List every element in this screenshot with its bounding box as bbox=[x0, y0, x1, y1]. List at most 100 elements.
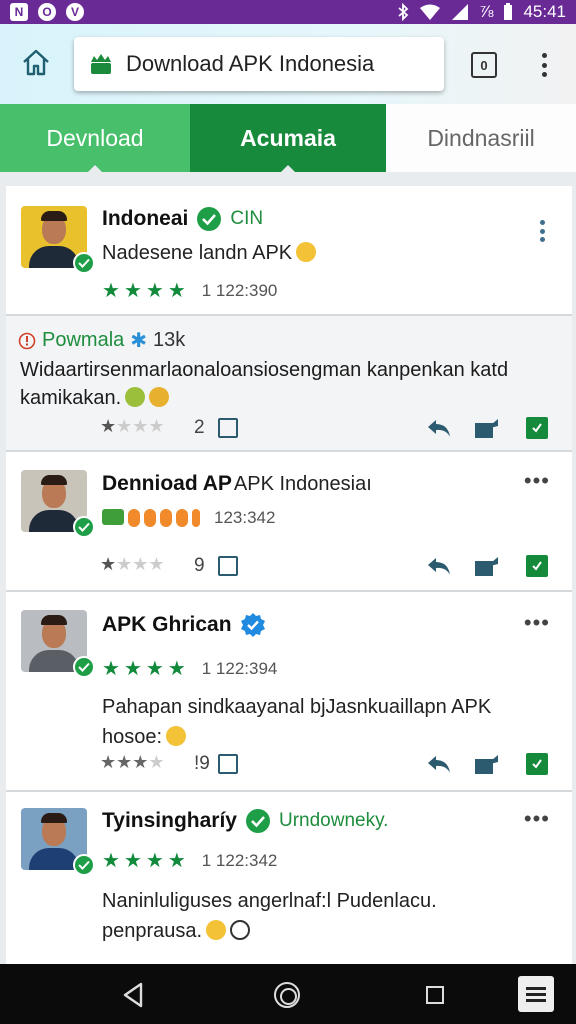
bluetooth-icon bbox=[398, 3, 409, 21]
tabs-switcher-button[interactable]: 0 bbox=[471, 52, 497, 78]
post-text: Widaartirsenmarlaonaloansiosengman kanpe… bbox=[20, 359, 509, 409]
share-icon[interactable] bbox=[474, 555, 500, 577]
rating-count: 1 122:342 bbox=[201, 850, 278, 870]
reply-icon[interactable] bbox=[426, 554, 452, 578]
system-nav-bar bbox=[0, 964, 576, 1024]
post-menu-button[interactable]: ••• bbox=[524, 468, 550, 494]
post-menu-button[interactable]: ••• bbox=[524, 610, 550, 636]
sparkle-icon: ✱ bbox=[130, 330, 148, 352]
clock: 45:41 bbox=[523, 2, 566, 21]
post-card[interactable]: Indoneai CIN Nadesene landn APK ★ ★ ★ ★ 1 1… bbox=[6, 186, 572, 316]
tab-download[interactable]: Devnload bbox=[0, 104, 190, 173]
url-text: Download APK Indonesia bbox=[126, 51, 375, 76]
recents-button[interactable] bbox=[426, 986, 444, 1004]
verified-check-icon bbox=[197, 207, 222, 231]
verified-check-icon bbox=[245, 809, 270, 833]
approve-button[interactable] bbox=[526, 417, 548, 439]
rating: ★ ★ ★ ★ 1 122:390 bbox=[102, 280, 278, 302]
battery-percent: ⅞ bbox=[479, 2, 494, 21]
wifi-icon bbox=[420, 4, 441, 20]
verified-icon bbox=[73, 656, 95, 678]
status-bar: N O V ⅞ 45:41 bbox=[0, 0, 576, 24]
emoji-icon bbox=[206, 920, 227, 940]
home-button[interactable] bbox=[20, 46, 52, 78]
check-icon bbox=[532, 561, 542, 571]
post-author[interactable]: APK Ghrican bbox=[102, 613, 232, 637]
tab-strip: Devnload Acumaia Dindnasriil bbox=[0, 104, 576, 173]
overflow-menu-button[interactable] bbox=[534, 50, 554, 80]
rating: ★ ★ ★ ★ 1 122:342 bbox=[102, 850, 278, 872]
post-author[interactable]: Dennioad AP bbox=[102, 472, 232, 496]
browser-toolbar: Download APK Indonesia 0 bbox=[0, 24, 576, 104]
home-nav-button[interactable] bbox=[274, 982, 300, 1008]
tab-active[interactable]: Acumaia bbox=[190, 104, 386, 173]
post-tag: CIN bbox=[230, 208, 264, 229]
avatar[interactable] bbox=[21, 808, 95, 876]
verified-icon bbox=[73, 854, 95, 876]
post-actions: ★★★★ 2 bbox=[100, 416, 548, 442]
post-card[interactable]: APK Ghrican ••• ★ ★ ★ ★ 1 122:394 Pahapan s… bbox=[6, 592, 572, 792]
post-author[interactable]: Powmala bbox=[42, 329, 124, 352]
comment-icon[interactable] bbox=[218, 418, 238, 438]
reply-icon[interactable] bbox=[426, 416, 452, 440]
rating-count: 1 122:390 bbox=[201, 280, 278, 300]
comment-count: 9 bbox=[194, 555, 205, 576]
sad-face-icon bbox=[230, 920, 251, 940]
back-icon[interactable] bbox=[122, 982, 144, 1008]
mini-rating: ★★★★ bbox=[100, 752, 165, 772]
emoji-icon bbox=[166, 726, 187, 746]
comment-icon[interactable] bbox=[218, 556, 238, 576]
check-icon bbox=[532, 423, 542, 433]
share-icon[interactable] bbox=[474, 753, 500, 775]
rating-count: 1 122:394 bbox=[201, 658, 278, 678]
battery-icon bbox=[504, 3, 513, 20]
comment-count: !9 bbox=[194, 753, 210, 774]
post-card[interactable]: Powmala ✱ 13k Widaartirsenmarlaonaloansi… bbox=[6, 316, 572, 452]
tab-label: Devnload bbox=[46, 124, 144, 151]
rating: ★ ★ ★ ★ 1 122:394 bbox=[102, 658, 278, 680]
comment-icon[interactable] bbox=[218, 754, 238, 774]
tab-label: Dindnasriil bbox=[427, 124, 535, 151]
post-subtitle: Nadesene landn APK bbox=[102, 242, 293, 264]
verified-icon bbox=[73, 252, 95, 274]
comment-count: 2 bbox=[194, 417, 205, 438]
post-author[interactable]: Indoneai bbox=[102, 207, 188, 231]
post-card[interactable]: Tyinsingharíy Urndowneky. ••• ★ ★ ★ ★ 1 122… bbox=[6, 792, 572, 964]
alert-icon bbox=[18, 332, 36, 349]
post-author-suffix: APK Indonesiaı bbox=[233, 472, 372, 495]
signal-icon bbox=[452, 4, 469, 20]
avatar[interactable] bbox=[21, 206, 95, 274]
avatar[interactable] bbox=[21, 610, 95, 678]
reply-icon[interactable] bbox=[426, 752, 452, 776]
keyboard-switch-icon[interactable] bbox=[518, 976, 554, 1012]
mini-rating: ★★★★ bbox=[100, 554, 165, 574]
tab-label: Acumaia bbox=[240, 124, 336, 151]
approve-button[interactable] bbox=[526, 555, 548, 577]
tab-third[interactable]: Dindnasriil bbox=[386, 104, 576, 172]
post-actions: ★★★★ 9 bbox=[100, 554, 548, 580]
avatar[interactable] bbox=[21, 470, 95, 538]
emoji-icon bbox=[125, 387, 146, 407]
emoji-row-icon bbox=[102, 509, 200, 527]
android-icon bbox=[91, 54, 111, 74]
share-icon[interactable] bbox=[474, 417, 500, 439]
address-bar[interactable]: Download APK Indonesia bbox=[74, 37, 444, 91]
mini-rating: ★★★★ bbox=[100, 416, 165, 436]
emoji-icon bbox=[296, 242, 317, 262]
post-menu-button[interactable]: ••• bbox=[524, 806, 550, 832]
post-tag: Urndowneky. bbox=[278, 810, 389, 831]
post-card[interactable]: Dennioad AP APK Indonesiaı ••• 123:342 ★… bbox=[6, 452, 572, 592]
post-text: Pahapan sindkaayanal bjJasnkuaillapn APK… bbox=[102, 696, 492, 748]
notification-icon: N bbox=[10, 3, 28, 21]
post-meta: 13k bbox=[153, 329, 186, 351]
approve-button[interactable] bbox=[526, 753, 548, 775]
post-subtitle: 123:342 bbox=[214, 508, 276, 527]
shield-icon: V bbox=[66, 3, 84, 21]
verified-icon bbox=[73, 516, 95, 538]
post-menu-button[interactable] bbox=[540, 220, 546, 242]
notification-icon: O bbox=[38, 3, 56, 21]
emoji-icon bbox=[149, 387, 170, 407]
post-text: Naninluliguses angerlnaf:l Pudenlacu. pe… bbox=[102, 890, 437, 942]
check-icon bbox=[532, 759, 542, 769]
post-author[interactable]: Tyinsingharíy bbox=[102, 809, 237, 833]
